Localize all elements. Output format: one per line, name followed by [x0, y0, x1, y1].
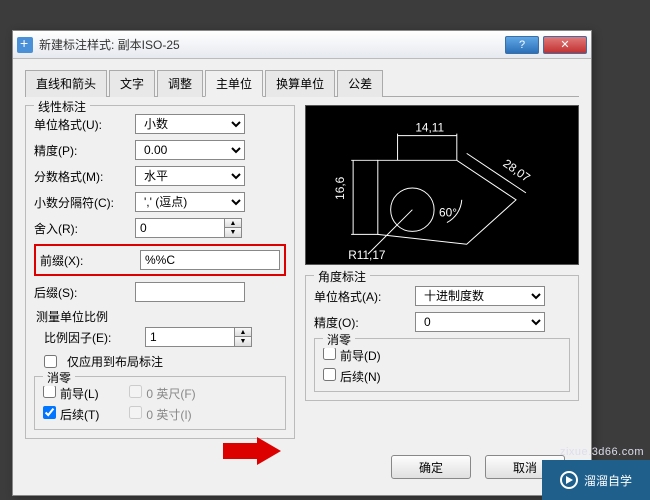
help-button[interactable]: ?: [505, 36, 539, 54]
suffix-input[interactable]: [135, 282, 245, 302]
preview-radius: R11,17: [348, 248, 385, 262]
zero-suppress-angular: 消零 前导(D) 后续(N): [314, 338, 570, 392]
preview-left-dim: 16,6: [333, 176, 347, 199]
dimension-style-dialog: 新建标注样式: 副本ISO-25 ? ✕ 直线和箭头 文字 调整 主单位 换算单…: [12, 30, 592, 496]
leading-checkbox[interactable]: [43, 385, 56, 398]
decimal-sep-label: 小数分隔符(C):: [34, 194, 129, 211]
watermark-url: zixue.3d66.com: [560, 446, 644, 458]
dialog-title: 新建标注样式: 副本ISO-25: [39, 36, 505, 53]
fraction-format-select[interactable]: 水平: [135, 166, 245, 186]
zero-linear-title: 消零: [43, 369, 75, 386]
linear-group-title: 线性标注: [34, 98, 90, 115]
layout-only-checkbox[interactable]: [44, 355, 57, 368]
precision-label: 精度(P):: [34, 142, 129, 159]
preview-right-dim: 28,07: [501, 156, 533, 184]
preview-angle: 60°: [439, 206, 457, 220]
scale-title: 测量单位比例: [36, 308, 286, 325]
tab-text[interactable]: 文字: [109, 70, 155, 97]
factor-down-icon[interactable]: ▼: [235, 337, 251, 346]
tab-fit[interactable]: 调整: [157, 70, 203, 97]
ang-trailing-checkbox[interactable]: [323, 368, 336, 381]
angular-group-title: 角度标注: [314, 268, 370, 285]
feet-checkbox: [129, 385, 142, 398]
unit-format-label: 单位格式(U):: [34, 116, 129, 133]
app-icon: [17, 37, 33, 53]
round-up-icon[interactable]: ▲: [225, 219, 241, 228]
ang-precision-select[interactable]: 0: [415, 312, 545, 332]
scale-factor-spinner[interactable]: ▲▼: [145, 327, 252, 347]
decimal-sep-select[interactable]: ',' (逗点): [135, 192, 245, 212]
ang-unit-format-label: 单位格式(A):: [314, 288, 409, 305]
close-button[interactable]: ✕: [543, 36, 587, 54]
inch-checkbox: [129, 406, 142, 419]
prefix-highlight: 前缀(X):: [34, 244, 286, 276]
ang-precision-label: 精度(O):: [314, 314, 409, 331]
tab-strip: 直线和箭头 文字 调整 主单位 换算单位 公差: [25, 69, 579, 97]
trailing-checkbox[interactable]: [43, 406, 56, 419]
prefix-input[interactable]: [140, 250, 280, 270]
tab-primary-units[interactable]: 主单位: [205, 70, 263, 97]
dialog-titlebar[interactable]: 新建标注样式: 副本ISO-25 ? ✕: [13, 31, 591, 59]
tab-tolerance[interactable]: 公差: [337, 70, 383, 97]
tab-lines-arrows[interactable]: 直线和箭头: [25, 70, 107, 97]
tab-alt-units[interactable]: 换算单位: [265, 70, 335, 97]
preview-pane: 14,11 16,6 28,07 R11,17 60°: [305, 105, 579, 265]
zero-suppress-linear: 消零 前导(L) 后续(T) 0 英尺(F) 0 英寸(I): [34, 376, 286, 430]
scale-factor-input[interactable]: [145, 327, 235, 347]
round-input[interactable]: [135, 218, 225, 238]
play-icon: [560, 471, 578, 489]
watermark-text: 溜溜自学: [584, 472, 632, 489]
preview-top-dim: 14,11: [415, 121, 444, 135]
round-label: 舍入(R):: [34, 220, 129, 237]
round-spinner[interactable]: ▲▼: [135, 218, 242, 238]
prefix-label: 前缀(X):: [40, 252, 134, 269]
scale-factor-label: 比例因子(E):: [44, 329, 139, 346]
linear-dim-group: 线性标注 单位格式(U): 小数 精度(P): 0.00 分数格式(M): 水平: [25, 105, 295, 439]
precision-select[interactable]: 0.00: [135, 140, 245, 160]
arrow-indicator-icon: [223, 437, 283, 465]
ok-button[interactable]: 确定: [391, 455, 471, 479]
factor-up-icon[interactable]: ▲: [235, 328, 251, 337]
watermark-badge: 溜溜自学: [542, 460, 650, 500]
ang-leading-checkbox[interactable]: [323, 347, 336, 360]
angular-dim-group: 角度标注 单位格式(A): 十进制度数 精度(O): 0 消零 前导(D) 后续…: [305, 275, 579, 401]
ang-unit-format-select[interactable]: 十进制度数: [415, 286, 545, 306]
fraction-format-label: 分数格式(M):: [34, 168, 129, 185]
zero-angular-title: 消零: [323, 331, 355, 348]
suffix-label: 后缀(S):: [34, 284, 129, 301]
unit-format-select[interactable]: 小数: [135, 114, 245, 134]
round-down-icon[interactable]: ▼: [225, 228, 241, 237]
layout-only-label: 仅应用到布局标注: [67, 353, 163, 370]
